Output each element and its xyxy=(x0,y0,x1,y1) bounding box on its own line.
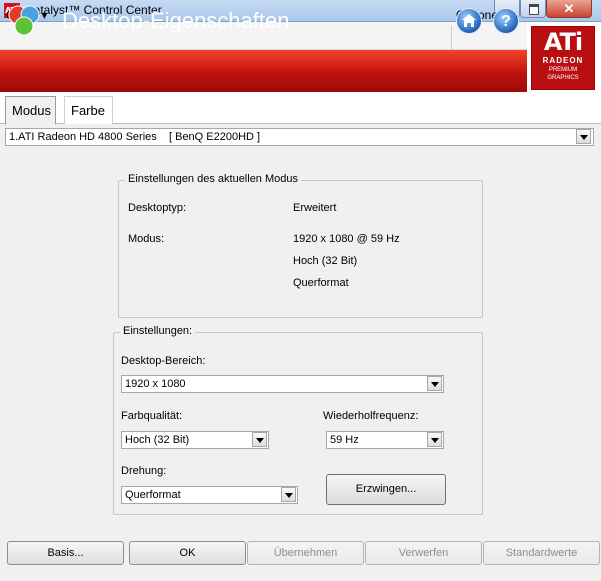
close-button[interactable]: ✕ xyxy=(546,0,592,18)
erzwingen-button[interactable]: Erzwingen... xyxy=(326,474,446,505)
ausrichtung-value: Querformat xyxy=(293,277,349,289)
maximize-button[interactable] xyxy=(520,0,546,18)
ati-graphics-text: GRAPHICS xyxy=(547,75,579,81)
desktoptyp-value: Erweitert xyxy=(293,202,337,214)
current-mode-group xyxy=(118,180,483,318)
tab-farbe[interactable]: Farbe xyxy=(64,96,113,124)
current-mode-legend: Einstellungen des aktuellen Modus xyxy=(125,173,302,185)
ati-brand-logo: ATi xyxy=(543,28,583,56)
desktop-bereich-label: Desktop-Bereich: xyxy=(121,355,206,367)
help-button[interactable]: ? xyxy=(493,8,519,34)
modus-label: Modus: xyxy=(128,233,165,245)
ati-premium-text: PREMIUM xyxy=(548,67,578,73)
header-banner xyxy=(0,50,527,92)
home-button[interactable] xyxy=(456,8,482,34)
ati-radeon-text: RADEON xyxy=(542,56,584,65)
standardwerte-button[interactable]: Standardwerte xyxy=(483,541,600,565)
settings-legend: Einstellungen: xyxy=(120,325,196,337)
desktop-bereich-value: 1920 x 1080 xyxy=(125,378,186,390)
farbtiefe-value: Hoch (32 Bit) xyxy=(293,255,358,267)
chevron-down-icon[interactable] xyxy=(281,487,296,502)
chevron-down-icon[interactable] xyxy=(252,432,267,447)
tab-modus[interactable]: Modus xyxy=(5,96,56,125)
modus-value: 1920 x 1080 @ 59 Hz xyxy=(293,233,400,245)
display-select-value: 1.ATI Radeon HD 4800 Series [ BenQ E2200… xyxy=(9,131,261,143)
page-title: Desktop-Eigenschaften xyxy=(62,8,290,33)
farbqualitaet-label: Farbqualität: xyxy=(121,410,183,422)
chevron-down-icon[interactable] xyxy=(427,376,442,391)
help-icon: ? xyxy=(501,13,511,30)
basis-button[interactable]: Basis... xyxy=(7,541,124,565)
wiederholfrequenz-value: 59 Hz xyxy=(330,434,359,446)
verwerfen-button[interactable]: Verwerfen xyxy=(365,541,482,565)
catalyst-logo-icon xyxy=(8,5,40,36)
chevron-down-icon[interactable] xyxy=(427,432,442,447)
desktoptyp-label: Desktoptyp: xyxy=(128,202,187,214)
farbqualitaet-value: Hoch (32 Bit) xyxy=(125,434,190,446)
drehung-value: Querformat xyxy=(125,489,181,501)
wiederholfrequenz-label: Wiederholfrequenz: xyxy=(323,410,419,422)
uebernehmen-button[interactable]: Übernehmen xyxy=(247,541,364,565)
home-icon xyxy=(462,14,476,27)
ok-button[interactable]: OK xyxy=(129,541,246,565)
drehung-label: Drehung: xyxy=(121,465,167,477)
close-icon: ✕ xyxy=(563,1,575,16)
chevron-down-icon[interactable] xyxy=(576,129,591,144)
